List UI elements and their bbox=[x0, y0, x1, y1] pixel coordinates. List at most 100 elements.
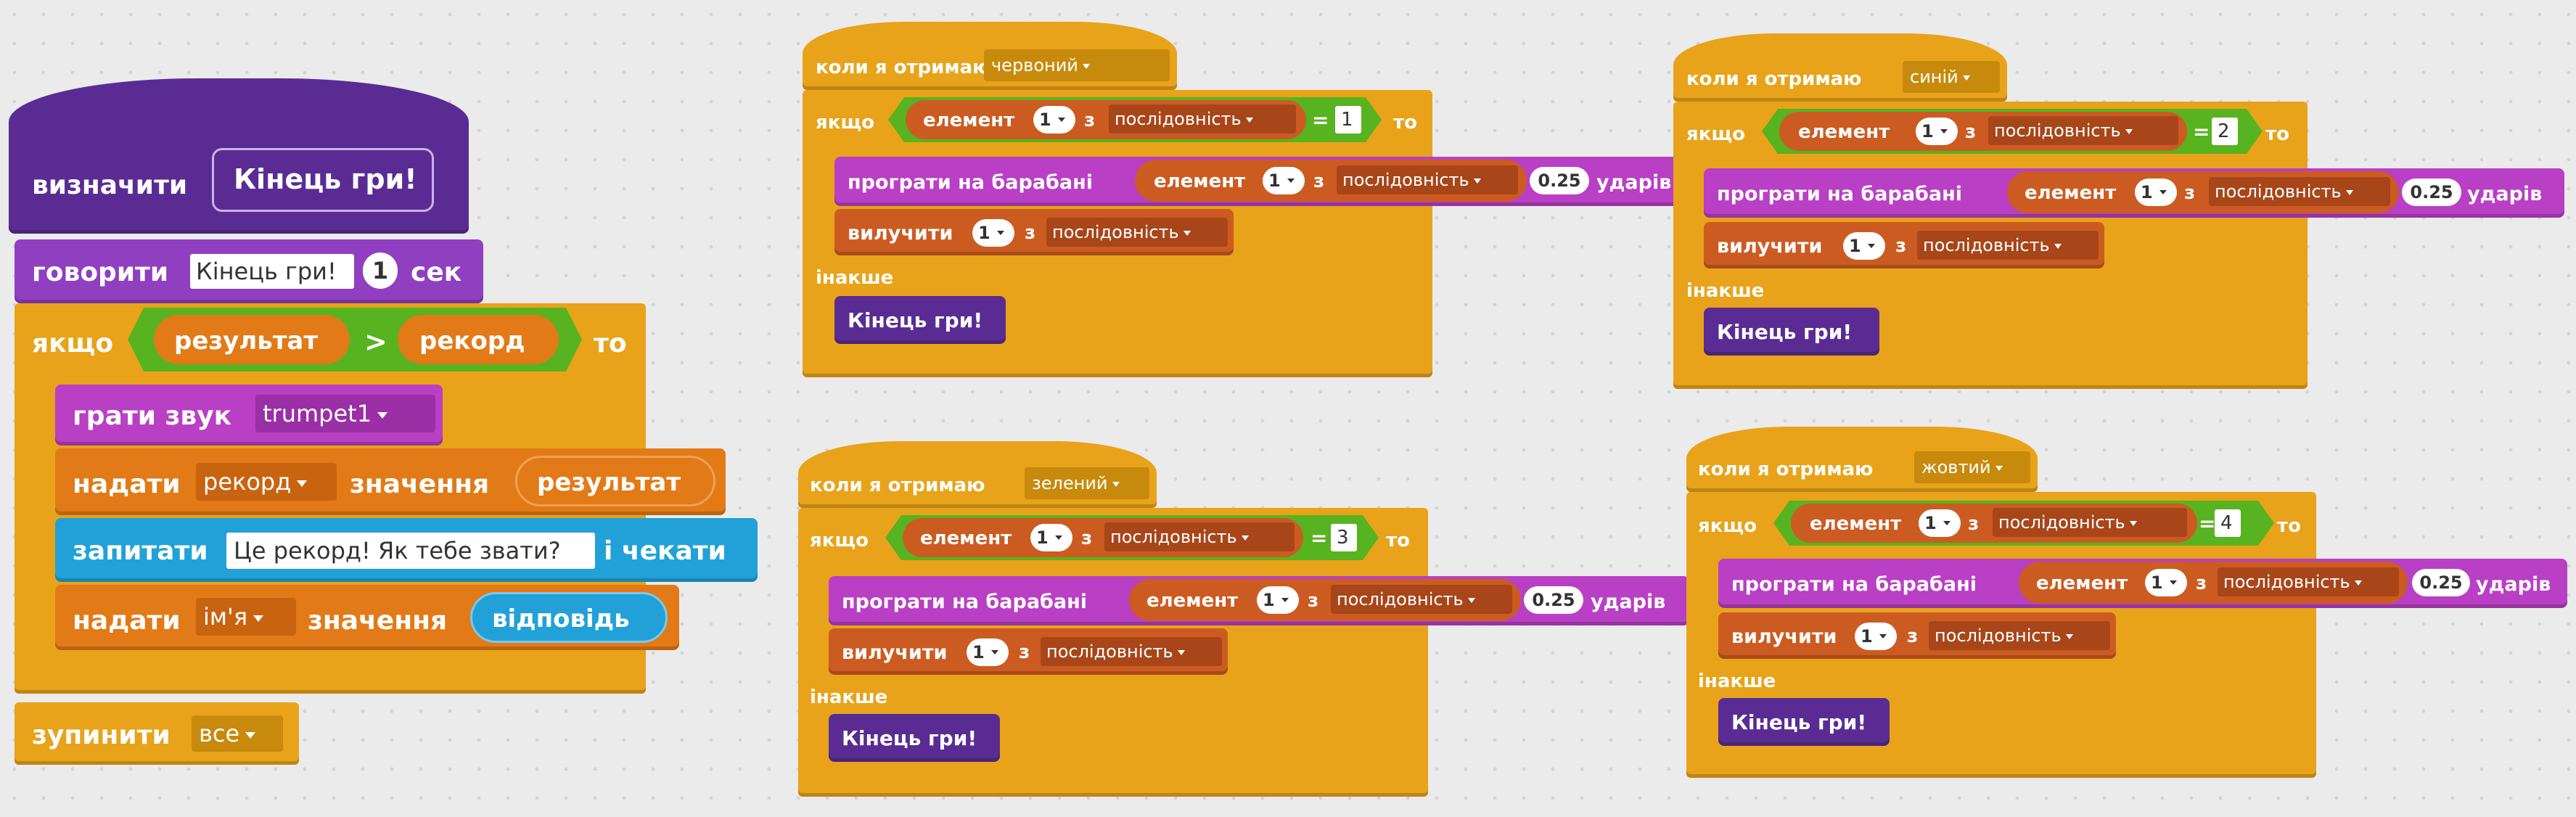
chevron-down-icon bbox=[2170, 580, 2177, 585]
chevron-down-icon bbox=[1241, 535, 1249, 541]
if-label: якщо bbox=[810, 530, 869, 551]
index-input[interactable]: 1 bbox=[967, 639, 1009, 666]
index-input[interactable]: 1 bbox=[1257, 586, 1299, 614]
chevron-down-icon bbox=[253, 615, 264, 622]
index-input[interactable]: 1 bbox=[1263, 167, 1305, 194]
chevron-down-icon bbox=[1177, 649, 1185, 655]
eq-value-input[interactable]: 1 bbox=[1335, 106, 1361, 134]
list-dropdown[interactable]: послідовність bbox=[2218, 567, 2399, 596]
eq-value-input[interactable]: 4 bbox=[2215, 509, 2241, 537]
chevron-down-icon bbox=[1287, 178, 1295, 183]
list-dropdown[interactable]: послідовність bbox=[1104, 522, 1295, 551]
chevron-down-icon bbox=[2129, 520, 2137, 526]
proc-call-label: Кінець гри! bbox=[1717, 320, 1853, 344]
chevron-down-icon bbox=[1245, 117, 1253, 123]
beats-input[interactable]: 0.25 bbox=[1524, 586, 1583, 614]
chevron-down-icon bbox=[2354, 580, 2362, 586]
beats-label: ударів bbox=[1591, 591, 1666, 613]
eq-operator: = bbox=[2193, 120, 2210, 144]
delete-label: вилучити bbox=[848, 222, 953, 245]
chevron-down-icon bbox=[1940, 129, 1948, 134]
list-dropdown[interactable]: послідовність bbox=[2209, 177, 2390, 206]
set-value-2: відповідь bbox=[492, 604, 630, 633]
beats-input[interactable]: 0.25 bbox=[2402, 178, 2461, 206]
if-label: якщо bbox=[32, 329, 114, 358]
beats-label: ударів bbox=[1596, 171, 1672, 194]
say-label: говорити bbox=[32, 258, 169, 287]
value-label: значення bbox=[350, 469, 490, 499]
list-dropdown[interactable]: послідовність bbox=[1109, 104, 1296, 134]
list-dropdown[interactable]: послідовність bbox=[1041, 637, 1222, 666]
say-secs-input[interactable]: 1 bbox=[363, 253, 398, 289]
message-dropdown[interactable]: червоний bbox=[984, 49, 1170, 81]
list-dropdown[interactable]: послідовність bbox=[1046, 218, 1228, 247]
gt-operator: > bbox=[364, 326, 387, 358]
chevron-down-icon bbox=[1473, 178, 1481, 184]
eq-operator: = bbox=[2199, 512, 2216, 535]
index-input[interactable]: 1 bbox=[972, 219, 1014, 247]
play-sound-label: грати звук bbox=[73, 401, 232, 431]
chevron-down-icon bbox=[2345, 189, 2353, 195]
list-dropdown[interactable]: послідовність bbox=[1988, 116, 2178, 145]
chevron-down-icon bbox=[1281, 598, 1289, 602]
beats-label: ударів bbox=[2467, 183, 2543, 205]
index-input[interactable]: 1 bbox=[1855, 623, 1897, 650]
message-dropdown[interactable]: зелений bbox=[1025, 467, 1149, 499]
chevron-down-icon bbox=[1962, 75, 1970, 81]
chevron-down-icon bbox=[1467, 597, 1475, 603]
index-input[interactable]: 1 bbox=[1033, 106, 1075, 134]
list-dropdown[interactable]: послідовність bbox=[1993, 508, 2187, 537]
say-text-input[interactable]: Кінець гри! bbox=[190, 254, 354, 289]
eq-operator: = bbox=[1312, 108, 1329, 132]
record-label: рекорд bbox=[419, 327, 525, 356]
message-dropdown[interactable]: синій bbox=[1903, 61, 2000, 93]
score-label: результат bbox=[174, 327, 319, 356]
proc-name: Кінець гри! bbox=[234, 163, 417, 195]
chevron-down-icon bbox=[1995, 465, 2003, 471]
list-dropdown[interactable]: послідовність bbox=[1331, 585, 1512, 614]
chevron-down-icon bbox=[297, 480, 308, 487]
var-dropdown-record[interactable]: рекорд bbox=[196, 463, 337, 501]
index-input[interactable]: 1 bbox=[1843, 232, 1885, 260]
index-input[interactable]: 1 bbox=[1919, 509, 1961, 537]
chevron-down-icon bbox=[1868, 244, 1875, 248]
set-value-1: результат bbox=[537, 468, 681, 497]
list-dropdown[interactable]: послідовність bbox=[1917, 231, 2099, 260]
proc-call-label: Кінець гри! bbox=[1731, 710, 1867, 734]
beats-input[interactable]: 0.25 bbox=[1530, 167, 1589, 194]
say-unit-label: сек bbox=[411, 258, 462, 287]
chevron-down-icon bbox=[245, 731, 256, 739]
define-label: визначити bbox=[32, 171, 188, 200]
drum-label: програти на барабані bbox=[1717, 183, 1963, 205]
drum-label: програти на барабані bbox=[848, 171, 1094, 194]
chevron-down-icon bbox=[1082, 63, 1090, 69]
chevron-down-icon bbox=[1183, 230, 1191, 236]
var-dropdown-name[interactable]: ім'я bbox=[196, 598, 296, 636]
set-label-2: надати bbox=[73, 606, 181, 636]
message-dropdown[interactable]: жовтий bbox=[1914, 451, 2030, 483]
stop-dropdown[interactable]: все bbox=[192, 715, 283, 752]
else-label: інакше bbox=[1698, 670, 1776, 692]
drum-label: програти на барабані bbox=[1731, 573, 1977, 596]
beats-label: ударів bbox=[2476, 573, 2551, 596]
then-label: то bbox=[594, 329, 627, 358]
eq-value-input[interactable]: 2 bbox=[2212, 118, 2238, 145]
stop-label: зупинити bbox=[32, 720, 171, 750]
item-label: елемент bbox=[923, 110, 1015, 131]
chevron-down-icon bbox=[2065, 633, 2073, 639]
list-dropdown[interactable]: послідовність bbox=[1337, 165, 1518, 194]
chevron-down-icon bbox=[991, 650, 998, 654]
ask-text-input[interactable]: Це рекорд! Як тебе звати? bbox=[226, 533, 595, 569]
chevron-down-icon bbox=[1879, 634, 1887, 639]
eq-value-input[interactable]: 3 bbox=[1331, 524, 1357, 551]
index-input[interactable]: 1 bbox=[1916, 118, 1958, 145]
chevron-down-icon bbox=[1055, 535, 1062, 540]
index-input[interactable]: 1 bbox=[1030, 524, 1072, 551]
beats-input[interactable]: 0.25 bbox=[2412, 569, 2470, 596]
sound-dropdown[interactable]: trumpet1 bbox=[255, 395, 435, 432]
chevron-down-icon bbox=[1112, 481, 1120, 487]
list-dropdown[interactable]: послідовність bbox=[1929, 621, 2110, 650]
chevron-down-icon bbox=[2125, 128, 2133, 134]
index-input[interactable]: 1 bbox=[2135, 178, 2177, 206]
index-input[interactable]: 1 bbox=[2145, 569, 2187, 596]
